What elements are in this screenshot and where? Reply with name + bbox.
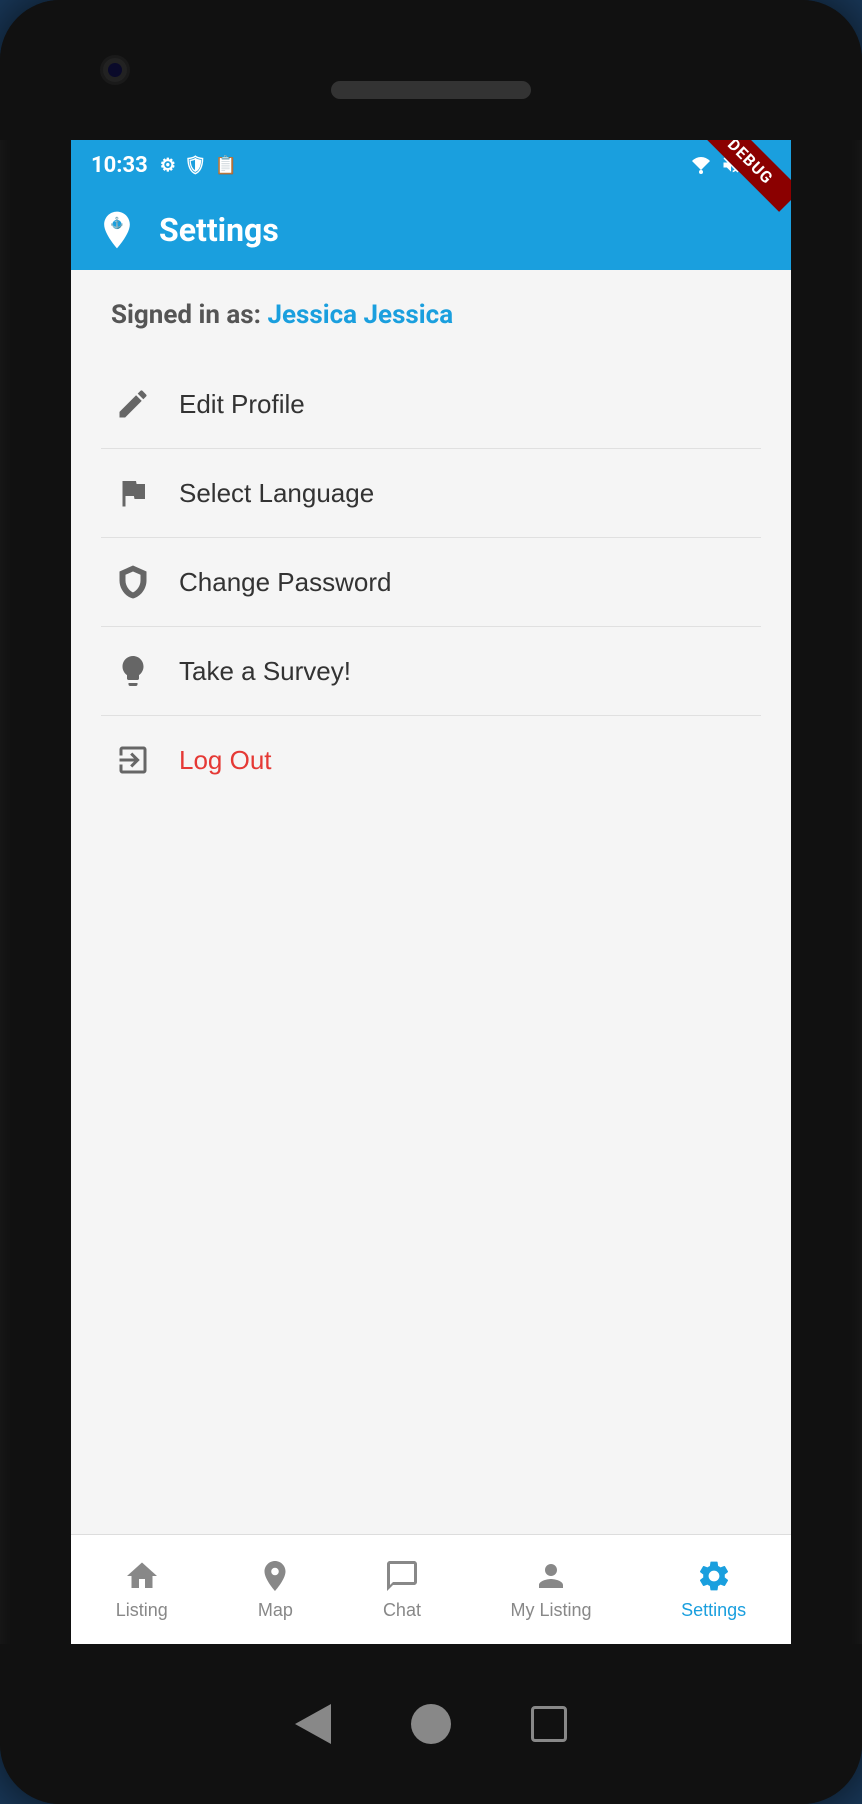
- nav-my-listing[interactable]: My Listing: [491, 1548, 612, 1631]
- content-area: Signed in as: Jessica Jessica Edit Profi…: [71, 270, 791, 1534]
- app-bar: ⚓ Settings: [71, 190, 791, 270]
- status-bar: 10:33 ⚙ 🛡 📋: [71, 140, 791, 190]
- edit-profile-item[interactable]: Edit Profile: [101, 360, 761, 449]
- app-bar-title: Settings: [159, 211, 279, 249]
- logout-icon: [111, 738, 155, 782]
- nav-settings[interactable]: Settings: [661, 1548, 766, 1631]
- recent-button[interactable]: [531, 1706, 567, 1742]
- map-pin-icon: [257, 1558, 293, 1594]
- log-out-label: Log Out: [179, 745, 272, 776]
- change-password-item[interactable]: Change Password: [101, 538, 761, 627]
- log-out-item[interactable]: Log Out: [101, 716, 761, 804]
- pencil-icon: [111, 382, 155, 426]
- settings-status-icon: ⚙: [160, 155, 176, 176]
- status-icons: ⚙ 🛡 📋: [160, 155, 237, 176]
- shield-status-icon: 🛡: [184, 155, 207, 176]
- nav-listing[interactable]: Listing: [96, 1548, 188, 1631]
- select-language-label: Select Language: [179, 478, 374, 509]
- flag-icon: [111, 471, 155, 515]
- signed-in-label: Signed in as: Jessica Jessica: [111, 300, 761, 330]
- phone-speaker: [331, 81, 531, 99]
- nav-chat[interactable]: Chat: [363, 1548, 441, 1631]
- svg-text:⚓: ⚓: [110, 216, 124, 229]
- shield-icon: [111, 560, 155, 604]
- app-logo-icon: ⚓: [95, 208, 139, 252]
- nav-map[interactable]: Map: [237, 1548, 313, 1631]
- bottom-nav: Listing Map Chat My Lis: [71, 1534, 791, 1644]
- take-survey-label: Take a Survey!: [179, 656, 351, 687]
- wifi-icon: [689, 156, 713, 174]
- edit-profile-label: Edit Profile: [179, 389, 305, 420]
- nav-map-label: Map: [258, 1600, 293, 1621]
- phone-top-bar: [0, 0, 862, 140]
- status-time: 10:33: [91, 153, 148, 178]
- lightbulb-icon: [111, 649, 155, 693]
- status-left: 10:33 ⚙ 🛡 📋: [91, 153, 237, 178]
- nav-chat-label: Chat: [383, 1600, 421, 1621]
- phone-frame: 10:33 ⚙ 🛡 📋: [0, 0, 862, 1804]
- take-survey-item[interactable]: Take a Survey!: [101, 627, 761, 716]
- gear-nav-icon: [696, 1558, 732, 1594]
- nav-my-listing-label: My Listing: [511, 1600, 592, 1621]
- phone-screen: 10:33 ⚙ 🛡 📋: [71, 140, 791, 1644]
- change-password-label: Change Password: [179, 567, 391, 598]
- front-camera: [100, 55, 130, 85]
- chat-icon: [384, 1558, 420, 1594]
- home-button[interactable]: [411, 1704, 451, 1744]
- back-button[interactable]: [295, 1704, 331, 1744]
- clipboard-status-icon: 📋: [215, 155, 237, 176]
- nav-settings-label: Settings: [681, 1600, 746, 1621]
- select-language-item[interactable]: Select Language: [101, 449, 761, 538]
- nav-listing-label: Listing: [116, 1600, 168, 1621]
- home-icon: [124, 1558, 160, 1594]
- person-icon: [533, 1558, 569, 1594]
- phone-bottom-bar: [0, 1644, 862, 1804]
